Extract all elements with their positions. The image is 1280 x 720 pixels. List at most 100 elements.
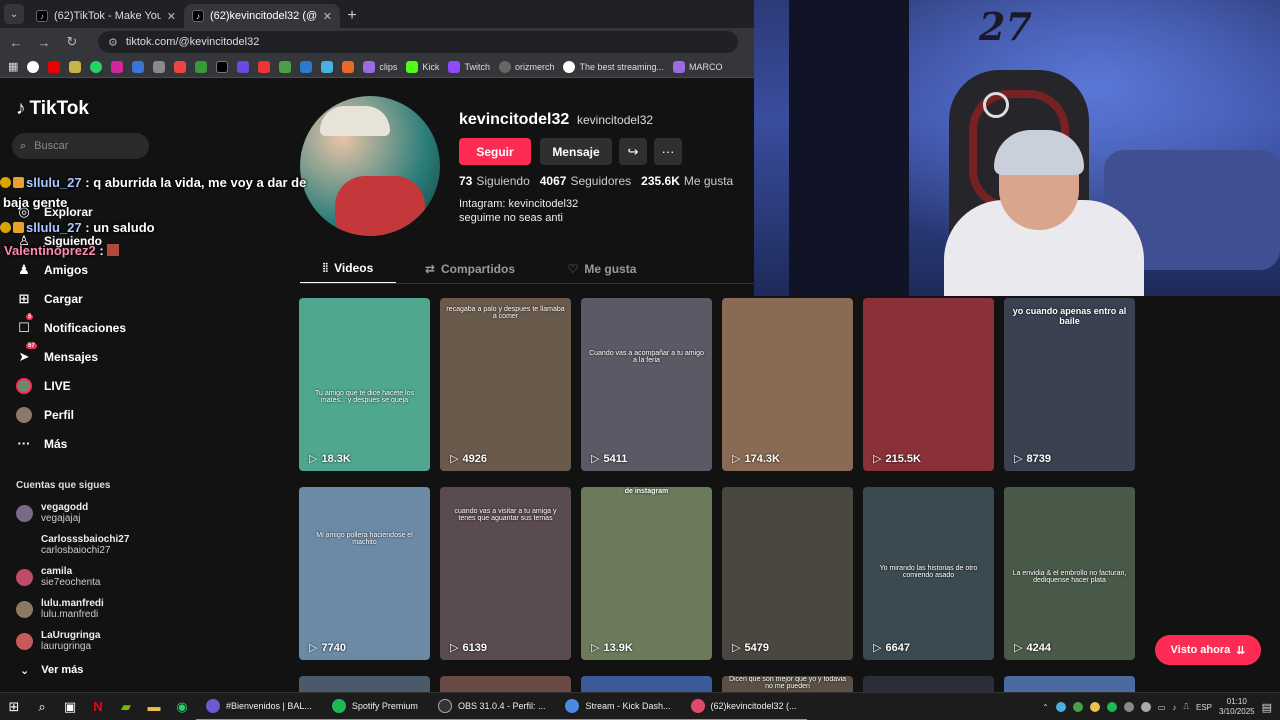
following-stat[interactable]: 73 Siguiendo bbox=[459, 174, 530, 188]
bookmark-icon[interactable] bbox=[195, 60, 208, 73]
bookmark-icon[interactable] bbox=[279, 60, 292, 73]
tiktok-icon[interactable] bbox=[216, 60, 229, 73]
video-tile[interactable] bbox=[440, 676, 571, 692]
bookmark-icon[interactable] bbox=[300, 60, 313, 73]
video-tile[interactable]: Dicen que son mejor que yo y todavia no … bbox=[722, 676, 853, 692]
bookmark-streaming[interactable]: The best streaming... bbox=[563, 60, 664, 73]
tray-app-icon[interactable] bbox=[1123, 702, 1134, 712]
sidebar-item-cargar[interactable]: ⊞ Cargar bbox=[16, 291, 83, 307]
video-tile[interactable]: recagaba a palo y despues te llamaba a c… bbox=[440, 298, 571, 471]
video-tile[interactable]: de instagram ▷ 13.9K bbox=[581, 487, 712, 660]
instagram-icon[interactable] bbox=[111, 60, 124, 73]
sidebar-item-notificaciones[interactable]: ☐ 5 Notificaciones bbox=[16, 314, 126, 336]
taskbar-app-tiktok[interactable]: (62)kevincitodel32 (... bbox=[680, 693, 807, 720]
bookmark-icon[interactable] bbox=[237, 60, 250, 73]
tab-profile[interactable]: ♪ (62)kevincitodel32 (@kevincito ✕ bbox=[184, 4, 340, 28]
sidebar-item-amigos[interactable]: ♟ Amigos bbox=[16, 262, 88, 278]
whatsapp-icon[interactable]: ◉ bbox=[168, 693, 196, 720]
bookmark-orizmerch[interactable]: orizmerch bbox=[498, 60, 554, 73]
bookmark-icon[interactable] bbox=[258, 60, 271, 73]
video-tile[interactable]: Cuando vas a acompañar a tu amigo a la f… bbox=[581, 298, 712, 471]
bookmark-icon[interactable] bbox=[174, 60, 187, 73]
taskbar-app-kick[interactable]: Stream - Kick Dash... bbox=[555, 693, 681, 720]
tray-app-icon[interactable] bbox=[1055, 702, 1066, 712]
bookmark-icon[interactable] bbox=[342, 60, 355, 73]
sidebar-item-live[interactable]: LIVE bbox=[16, 378, 71, 394]
bookmark-clips[interactable]: clips bbox=[363, 60, 397, 73]
tray-arrow-icon[interactable]: ⌃ bbox=[1042, 703, 1049, 712]
whatsapp-icon[interactable] bbox=[90, 60, 103, 73]
followed-account[interactable]: vegagodd vegajajaj bbox=[16, 502, 88, 524]
tray-app-icon[interactable] bbox=[1106, 702, 1117, 712]
bookmark-icon[interactable] bbox=[321, 60, 334, 73]
url-field[interactable]: ⚙ tiktok.com/@kevincitodel32 bbox=[98, 31, 738, 53]
taskbar-app-chrome[interactable]: #Bienvenidos | BAL... bbox=[196, 693, 322, 720]
tab-tiktok-home[interactable]: ♪ (62)TikTok - Make Your Day ✕ bbox=[28, 4, 184, 28]
notifications-icon[interactable]: ▤ bbox=[1262, 701, 1272, 714]
forward-icon[interactable]: → bbox=[36, 35, 52, 50]
clock[interactable]: 01:10 3/10/2025 bbox=[1219, 697, 1255, 717]
bookmark-marco[interactable]: MARCO bbox=[673, 60, 723, 73]
taskbar-app-obs[interactable]: OBS 31.0.4 - Perfil: ... bbox=[427, 693, 556, 720]
video-tile[interactable]: Tu amigo que te dice hacete los mates...… bbox=[299, 298, 430, 471]
folder-icon[interactable]: ▬ bbox=[140, 693, 168, 720]
site-info-icon[interactable]: ⚙ bbox=[108, 36, 118, 49]
new-tab-icon[interactable]: + bbox=[340, 4, 364, 28]
tab-videos[interactable]: ⦙⦙ Videos bbox=[300, 254, 396, 284]
search-icon[interactable]: ⌕ bbox=[28, 693, 56, 720]
see-more-button[interactable]: ⌄ Ver más bbox=[20, 664, 83, 677]
video-tile[interactable] bbox=[1004, 676, 1135, 692]
video-tile[interactable]: cuando vas a visitar a tu amiga y tenes … bbox=[440, 487, 571, 660]
followed-account[interactable]: Carlosssbaiochi27 carlosbaiochi27 bbox=[16, 534, 129, 556]
tab-search-button[interactable]: ⌄ bbox=[4, 4, 24, 24]
volume-icon[interactable]: ♪ bbox=[1172, 703, 1176, 712]
bookmark-kick[interactable]: Kick bbox=[406, 60, 439, 73]
video-tile[interactable] bbox=[863, 676, 994, 692]
profile-avatar[interactable] bbox=[300, 96, 440, 236]
search-input[interactable]: ⌕ Buscar bbox=[12, 133, 149, 159]
bookmark-icon[interactable] bbox=[132, 60, 145, 73]
followed-account[interactable]: lulu.manfredi lulu.manfredi bbox=[16, 598, 104, 620]
close-icon[interactable]: ✕ bbox=[167, 10, 176, 23]
video-tile[interactable]: ▷ 215.5K bbox=[863, 298, 994, 471]
video-tile[interactable] bbox=[299, 676, 430, 692]
sidebar-item-mensajes[interactable]: ➤ 57 Mensajes bbox=[16, 343, 98, 365]
followed-account[interactable]: camila sie7eochenta bbox=[16, 566, 101, 588]
network-icon[interactable]: ▭ bbox=[1158, 703, 1166, 712]
followed-account[interactable]: LaUrugringa laurugringa bbox=[16, 630, 100, 652]
reload-icon[interactable]: ↻ bbox=[64, 34, 80, 50]
google-icon[interactable] bbox=[27, 60, 40, 73]
watched-now-button[interactable]: Visto ahora ⇊ bbox=[1155, 635, 1261, 665]
bookmark-icon[interactable] bbox=[69, 60, 82, 73]
followers-stat[interactable]: 4067 Seguidores bbox=[540, 174, 631, 188]
tray-app-icon[interactable] bbox=[1140, 702, 1151, 712]
taskbar-app-spotify[interactable]: Spotify Premium bbox=[321, 693, 428, 720]
bookmark-twitch[interactable]: Twitch bbox=[448, 60, 490, 73]
nvidia-icon[interactable]: ▰ bbox=[112, 693, 140, 720]
video-tile[interactable]: Mi amigo pollera haciendose el machito ▷ 7… bbox=[299, 487, 430, 660]
message-button[interactable]: Mensaje bbox=[540, 138, 612, 165]
video-tile[interactable]: ▷ 174.3K bbox=[722, 298, 853, 471]
sidebar-item-perfil[interactable]: Perfil bbox=[16, 407, 74, 423]
netflix-icon[interactable]: N bbox=[84, 693, 112, 720]
share-icon[interactable]: ↪ bbox=[619, 138, 647, 165]
video-tile[interactable] bbox=[581, 676, 712, 692]
bookmark-icon[interactable] bbox=[153, 60, 166, 73]
tab-me-gusta[interactable]: ♡ Me gusta bbox=[544, 254, 660, 284]
youtube-icon[interactable] bbox=[48, 60, 61, 73]
tab-compartidos[interactable]: ⇄ Compartidos bbox=[396, 254, 544, 284]
video-tile[interactable]: Yo mirando las historias de otro comiend… bbox=[863, 487, 994, 660]
close-icon[interactable]: ✕ bbox=[323, 10, 332, 23]
apps-grid-icon[interactable]: ▦ bbox=[8, 60, 18, 73]
tray-app-icon[interactable] bbox=[1072, 702, 1083, 712]
tiktok-logo[interactable]: ♪ TikTok bbox=[16, 98, 89, 120]
tray-app-icon[interactable] bbox=[1089, 702, 1100, 712]
follow-button[interactable]: Seguir bbox=[459, 138, 531, 165]
language-indicator[interactable]: ESP bbox=[1196, 703, 1212, 712]
sidebar-item-mas[interactable]: ··· Más bbox=[16, 436, 68, 451]
video-tile[interactable]: yo cuando apenas entro al baile ▷ 8739 bbox=[1004, 298, 1135, 471]
video-tile[interactable]: ▷ 5479 bbox=[722, 487, 853, 660]
back-icon[interactable]: ← bbox=[8, 35, 24, 50]
video-tile[interactable]: La envidia & el embrollo no facturan, de… bbox=[1004, 487, 1135, 660]
task-view-icon[interactable]: ▣ bbox=[56, 693, 84, 720]
